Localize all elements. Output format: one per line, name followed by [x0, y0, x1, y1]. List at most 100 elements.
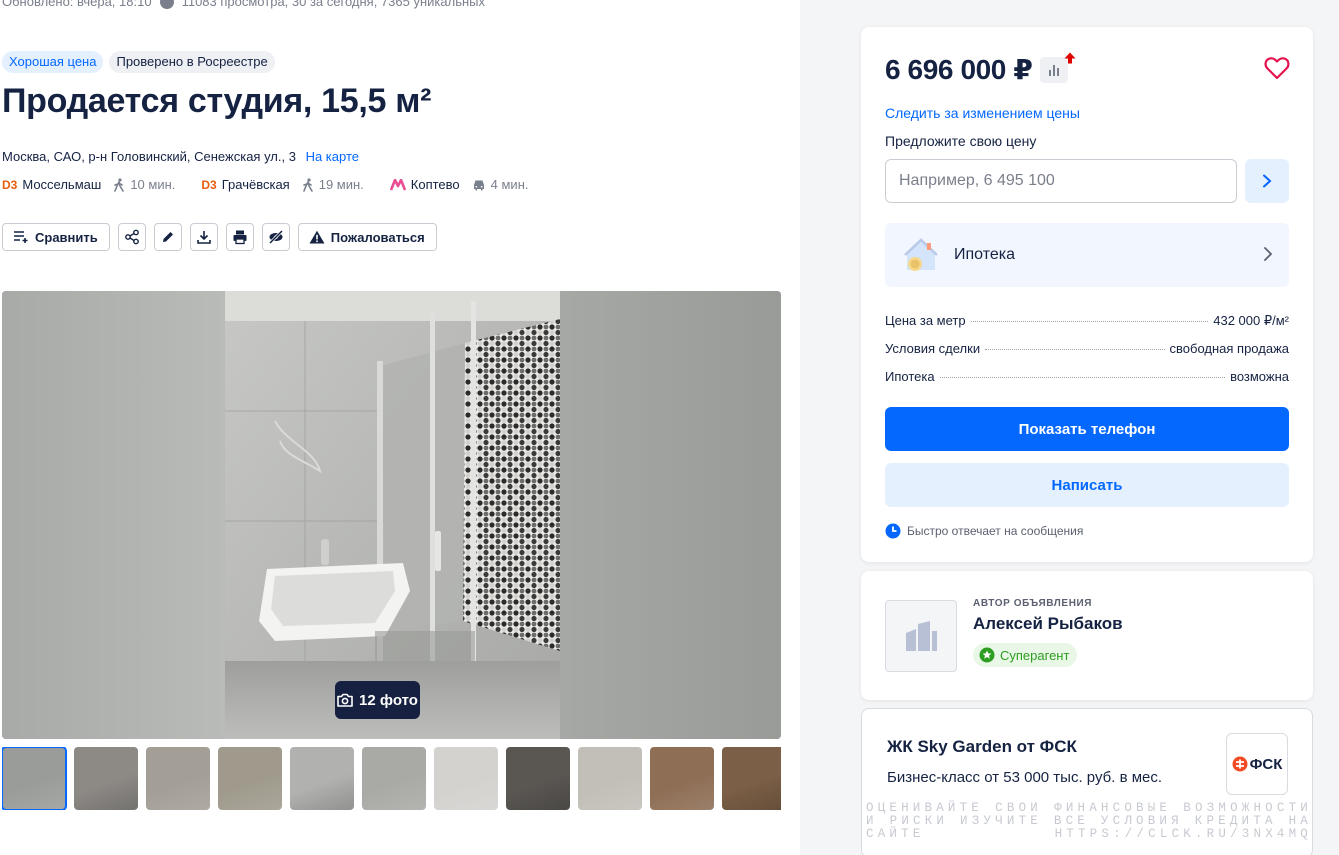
fact-key: Цена за метр	[885, 313, 966, 328]
gallery-thumbnail[interactable]	[290, 747, 354, 810]
gallery-thumbnail[interactable]	[434, 747, 498, 810]
price-facts: Цена за метр 432 000 ₽/м² Условия сделки с…	[885, 313, 1289, 397]
share-icon	[124, 229, 139, 245]
fact-value: 432 000 ₽/м²	[1213, 313, 1289, 328]
metro-time: 10 мин.	[130, 177, 176, 192]
edit-button[interactable]	[153, 223, 182, 251]
gallery-thumbnail[interactable]	[722, 747, 781, 810]
metro-item[interactable]: Коптево 4 мин.	[389, 177, 529, 192]
gallery-thumbnail[interactable]	[218, 747, 282, 810]
author-avatar[interactable]	[885, 600, 957, 672]
print-icon	[233, 230, 247, 245]
heart-icon[interactable]	[1264, 56, 1290, 80]
map-link[interactable]: На карте	[306, 149, 359, 164]
photo-count-button[interactable]: 12 фото	[335, 681, 420, 719]
gallery-thumbnail[interactable]	[650, 747, 714, 810]
compare-button[interactable]: Сравнить	[2, 223, 110, 251]
show-phone-button[interactable]: Показать телефон	[885, 407, 1289, 451]
warning-icon	[309, 230, 325, 244]
updated-text: Обновлено: вчера, 18:10	[2, 0, 152, 9]
mortgage-row[interactable]: Ипотека	[885, 223, 1289, 287]
house-coin-icon	[904, 238, 938, 271]
photo-gallery[interactable]: 12 фото	[2, 291, 781, 739]
price-value: 6 696 000 ₽	[885, 54, 1033, 85]
metro-list: D3 Моссельмаш 10 мин. D3 Грачёвская 19 м…	[2, 177, 555, 192]
follow-price-link[interactable]: Следить за изменением цены	[885, 105, 1080, 121]
gallery-thumbnail[interactable]	[578, 747, 642, 810]
arrow-up-icon	[1064, 52, 1076, 64]
author-role: АВТОР ОБЪЯВЛЕНИЯ	[973, 598, 1093, 609]
star-badge-icon	[979, 647, 995, 663]
fast-reply-note: Быстро отвечает на сообщения	[885, 523, 1083, 539]
metro-time: 19 мин.	[318, 177, 364, 192]
ad-logo-text: ФСК	[1249, 755, 1283, 773]
metro-item[interactable]: D3 Моссельмаш 10 мин.	[2, 177, 175, 192]
gallery-thumbnail[interactable]	[146, 747, 210, 810]
mortgage-label: Ипотека	[954, 246, 1016, 263]
fact-key: Условия сделки	[885, 341, 981, 356]
print-button[interactable]	[225, 223, 254, 251]
metro-m-icon	[389, 178, 406, 190]
walk-time: 10 мин.	[113, 177, 175, 192]
superagent-badge: Суперагент	[973, 643, 1078, 667]
fact-row: Ипотека возможна	[885, 369, 1289, 397]
ad-logo: ФСК	[1226, 733, 1288, 795]
ad-disclaimer: Оценивайте свои финансовые возможности и…	[866, 801, 1312, 841]
eye-icon	[159, 0, 174, 9]
gallery-blur-right	[560, 291, 781, 739]
price-card: 6 696 000 ₽ Следить за изменением цены П…	[861, 27, 1313, 562]
gallery-thumbnail[interactable]	[362, 747, 426, 810]
metro-name: Грачёвская	[221, 177, 290, 192]
metro-item[interactable]: D3 Грачёвская 19 мин.	[201, 177, 363, 192]
car-icon	[473, 180, 484, 190]
author-name[interactable]: Алексей Рыбаков	[973, 614, 1123, 634]
offer-price-input[interactable]	[885, 159, 1237, 203]
superagent-label: Суперагент	[1000, 647, 1070, 663]
good-price-badge: Хорошая цена	[2, 51, 104, 73]
bathroom-photo	[225, 291, 560, 739]
ad-subtitle: Бизнес-класс от 53 000 тыс. руб. в мес.	[887, 769, 1163, 786]
metro-name: Коптево	[410, 177, 460, 192]
offer-submit-button[interactable]	[1245, 159, 1289, 203]
fact-value: возможна	[1230, 369, 1289, 384]
camera-icon	[337, 693, 353, 707]
rosreestr-badge: Проверено в Росреестре	[109, 51, 275, 73]
fsk-logo-icon	[1232, 756, 1248, 772]
walk-time: 19 мин.	[302, 177, 364, 192]
page-title: Продается студия, 15,5 м²	[2, 82, 432, 120]
fact-value: свободная продажа	[1169, 341, 1289, 356]
clock-icon	[885, 523, 901, 539]
badges: Хорошая цена Проверено в Росреестре	[2, 51, 275, 73]
compare-label: Сравнить	[35, 229, 98, 245]
report-button[interactable]: Пожаловаться	[297, 223, 437, 251]
edit-icon	[162, 232, 173, 242]
walk-icon	[302, 177, 313, 192]
d3-line-icon: D3	[2, 177, 18, 192]
compare-icon	[14, 231, 28, 243]
author-card: АВТОР ОБЪЯВЛЕНИЯ Алексей Рыбаков Супераг…	[861, 571, 1313, 700]
address: Москва, САО, р-н Головинский, Сенежская …	[2, 149, 359, 164]
offer-price-label: Предложите свою цену	[885, 133, 1037, 149]
ad-title[interactable]: ЖК Sky Garden от ФСК	[887, 737, 1077, 757]
fact-row: Цена за метр 432 000 ₽/м²	[885, 313, 1289, 341]
photo-count-label: 12 фото	[359, 691, 418, 709]
main-photo[interactable]	[225, 291, 560, 739]
download-button[interactable]	[189, 223, 218, 251]
hide-button[interactable]	[261, 223, 290, 251]
bar-chart-icon	[1049, 65, 1059, 76]
gallery-thumbnail[interactable]	[74, 747, 138, 810]
gallery-thumbnail[interactable]	[506, 747, 570, 810]
report-label: Пожаловаться	[330, 229, 425, 245]
chevron-right-icon	[1264, 247, 1273, 261]
gallery-thumbnail[interactable]	[2, 747, 67, 810]
fast-reply-text: Быстро отвечает на сообщения	[907, 524, 1084, 538]
write-message-button[interactable]: Написать	[885, 463, 1289, 507]
building-icon	[906, 621, 937, 651]
fact-row: Условия сделки свободная продажа	[885, 341, 1289, 369]
metro-name: Моссельмаш	[22, 177, 102, 192]
share-button[interactable]	[117, 223, 146, 251]
chevron-right-icon	[1263, 174, 1272, 188]
car-time: 4 мин.	[472, 177, 529, 192]
listing-toolbar: Сравнить Пожаловаться	[2, 223, 437, 251]
listing-meta: Обновлено: вчера, 18:10 11083 просмотра,…	[2, 0, 485, 9]
